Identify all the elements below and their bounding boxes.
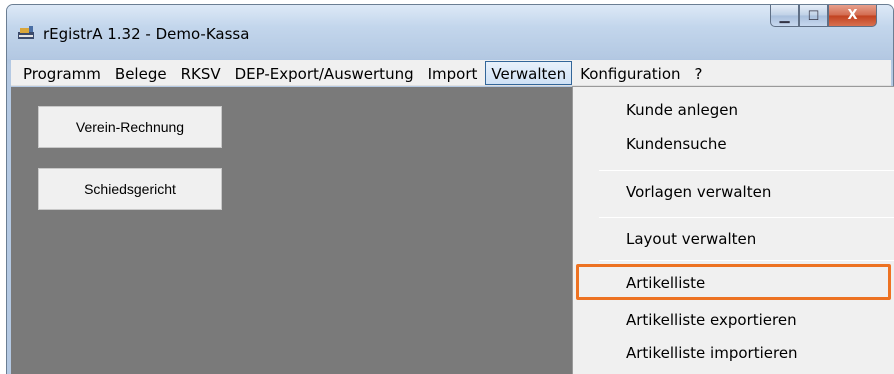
menu-import[interactable]: Import <box>422 61 484 85</box>
menu-programm[interactable]: Programm <box>17 61 107 85</box>
menu-item-artikelliste-exportieren[interactable]: Artikelliste exportieren <box>573 305 894 335</box>
menu-item-artikelliste[interactable]: Artikelliste <box>573 268 894 298</box>
close-icon: X <box>847 8 858 23</box>
menu-help[interactable]: ? <box>689 61 709 85</box>
menu-rksv[interactable]: RKSV <box>175 61 227 85</box>
menu-bar: Programm Belege RKSV DEP-Export/Auswertu… <box>11 60 891 86</box>
title-bar[interactable]: rEgistrA 1.32 - Demo-Kassa ▁ ☐ X <box>7 5 893 59</box>
menu-separator <box>599 260 894 261</box>
menu-belege[interactable]: Belege <box>109 61 173 85</box>
window-title: rEgistrA 1.32 - Demo-Kassa <box>43 25 250 43</box>
verein-rechnung-button[interactable]: Verein-Rechnung <box>38 106 222 148</box>
minimize-icon: ▁ <box>779 7 790 23</box>
menu-verwalten[interactable]: Verwalten <box>485 60 573 85</box>
menu-dep-export[interactable]: DEP-Export/Auswertung <box>229 61 420 85</box>
schiedsgericht-button[interactable]: Schiedsgericht <box>38 168 222 210</box>
maximize-icon: ☐ <box>807 7 820 23</box>
menu-separator <box>599 217 894 218</box>
minimize-button[interactable]: ▁ <box>770 5 799 27</box>
verwalten-dropdown-menu: Kunde anlegen Kundensuche Vorlagen verwa… <box>572 86 894 374</box>
maximize-button[interactable]: ☐ <box>799 5 828 27</box>
menu-item-kunde-anlegen[interactable]: Kunde anlegen <box>573 95 894 125</box>
menu-item-vorlagen-verwalten[interactable]: Vorlagen verwalten <box>573 177 894 207</box>
cash-register-icon <box>17 26 35 40</box>
menu-konfiguration[interactable]: Konfiguration <box>574 61 686 85</box>
menu-item-layout-verwalten[interactable]: Layout verwalten <box>573 224 894 254</box>
menu-item-artikelliste-importieren[interactable]: Artikelliste importieren <box>573 338 894 368</box>
menu-item-kundensuche[interactable]: Kundensuche <box>573 129 894 159</box>
close-button[interactable]: X <box>828 5 877 27</box>
menu-separator <box>599 170 894 171</box>
caption-buttons: ▁ ☐ X <box>770 5 877 27</box>
